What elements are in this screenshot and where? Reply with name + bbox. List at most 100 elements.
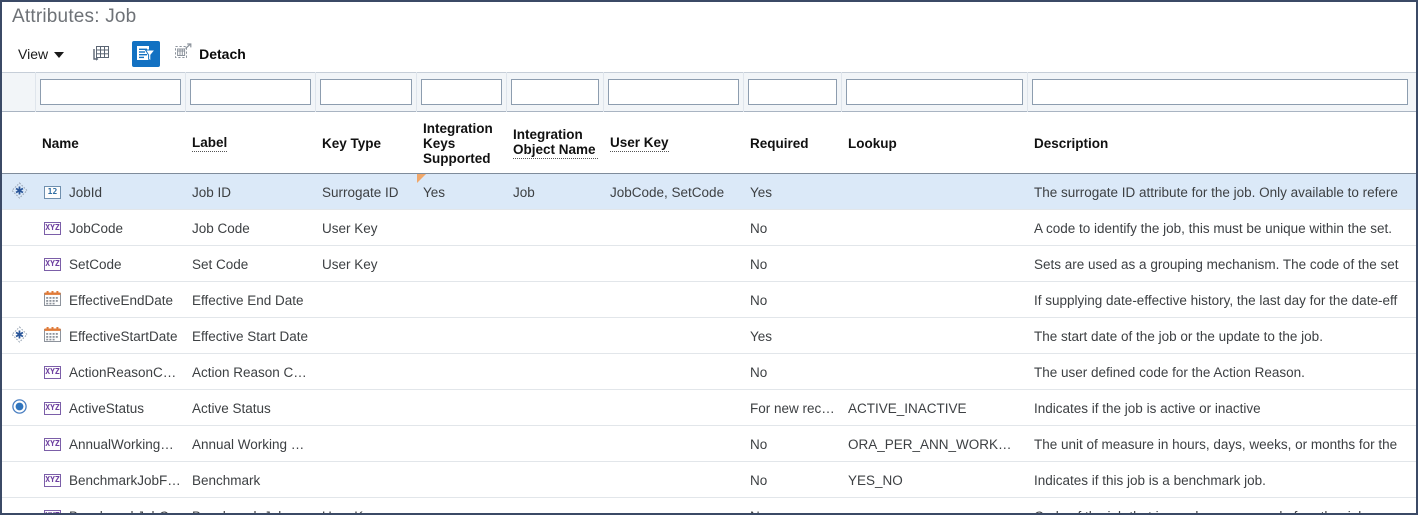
changed-flag-icon [417, 174, 426, 183]
page-title: Attributes: Job [12, 6, 136, 28]
query-by-example-icon[interactable] [132, 41, 160, 67]
column-header-label: Integration Keys Supported [423, 121, 501, 166]
cell-intobj [507, 498, 604, 513]
cell-intkeys [417, 498, 507, 513]
cell-label: Effective End Date [186, 282, 316, 318]
string-type-icon: XYZ [44, 510, 61, 514]
cell-label: Active Status [186, 390, 316, 426]
column-header-keytype[interactable]: Key Type [316, 112, 417, 174]
cell-intobj [507, 210, 604, 246]
cell-required: No [744, 246, 842, 282]
table-row[interactable]: ✱EffectiveStartDateEffective Start DateY… [2, 318, 1416, 354]
table-body[interactable]: ✱12JobIdJob IDSurrogate IDYesJobJobCode,… [2, 174, 1416, 513]
cell-name: 12JobId [36, 174, 186, 210]
table-row[interactable]: XYZBenchmarkJobF…BenchmarkNoYES_NOIndica… [2, 462, 1416, 498]
row-indicator-cell [2, 246, 36, 282]
column-header-desc[interactable]: Description [1028, 112, 1412, 174]
cell-lookup [842, 282, 1028, 318]
cell-label: Set Code [186, 246, 316, 282]
cell-text: User Key [322, 509, 378, 514]
cell-userkey [604, 318, 744, 354]
cell-text: Annual Working … [192, 437, 304, 452]
cell-text: Set Code [192, 257, 248, 272]
filter-input-userkey[interactable] [608, 79, 739, 105]
attribute-name-label: EffectiveEndDate [69, 293, 173, 308]
cell-text: Benchmark [192, 473, 260, 488]
cell-text: User Key [322, 221, 378, 236]
filter-input-desc[interactable] [1032, 79, 1408, 105]
cell-intkeys [417, 354, 507, 390]
table-row[interactable]: XYZAnnualWorking… Annual Working … NoORA_P… [2, 426, 1416, 462]
filter-input-required[interactable] [748, 79, 837, 105]
column-header-name[interactable]: Name [36, 112, 186, 174]
cell-label: Annual Working … [186, 426, 316, 462]
cell-keytype: User Key [316, 498, 417, 513]
filter-input-keytype[interactable] [320, 79, 412, 105]
view-menu-button[interactable]: View [14, 44, 68, 64]
table-row[interactable]: XYZSetCodeSet CodeUser KeyNoSets are use… [2, 246, 1416, 282]
cell-intkeys [417, 426, 507, 462]
cell-keytype: Surrogate ID [316, 174, 417, 210]
cell-label: Benchmark Job [186, 498, 316, 513]
cell-keytype: User Key [316, 246, 417, 282]
cell-userkey [604, 210, 744, 246]
column-header-label: Key Type [322, 136, 381, 151]
filter-input-label[interactable] [190, 79, 311, 105]
cell-text: Job [513, 185, 535, 200]
cell-text: Effective Start Date [192, 329, 308, 344]
cell-text: A code to identify the job, this must be… [1034, 221, 1392, 236]
cell-text: Indicates if this job is a benchmark job… [1034, 473, 1266, 488]
freeze-pane-icon[interactable] [86, 41, 114, 67]
cell-name: XYZAnnualWorking… [36, 426, 186, 462]
filter-input-intobj[interactable] [511, 79, 599, 105]
row-indicator-cell[interactable] [2, 390, 36, 426]
table-row[interactable]: ✱12JobIdJob IDSurrogate IDYesJobJobCode,… [2, 174, 1416, 210]
cell-userkey [604, 354, 744, 390]
table-toolbar: View [2, 38, 1416, 70]
cell-userkey [604, 462, 744, 498]
table-row[interactable]: XYZJobCodeJob CodeUser KeyNoA code to id… [2, 210, 1416, 246]
cell-keytype [316, 390, 417, 426]
table-row[interactable]: XYZActionReasonC…Action Reason C…NoThe u… [2, 354, 1416, 390]
column-header-label[interactable]: Label [186, 112, 316, 174]
cell-text: The unit of measure in hours, days, week… [1034, 437, 1397, 452]
table-row[interactable]: XYZActiveStatusActive StatusFor new rec…… [2, 390, 1416, 426]
cell-text: Yes [750, 185, 772, 200]
attribute-name-label: SetCode [69, 257, 122, 272]
detach-button[interactable]: Detach [174, 43, 246, 65]
cell-desc: A code to identify the job, this must be… [1028, 210, 1412, 246]
cell-userkey [604, 282, 744, 318]
cell-text: The surrogate ID attribute for the job. … [1034, 185, 1398, 200]
filter-input-intkeys[interactable] [421, 79, 502, 105]
row-indicator-cell [2, 462, 36, 498]
date-type-icon [44, 327, 61, 345]
column-header-required[interactable]: Required [744, 112, 842, 174]
cell-text: YES_NO [848, 473, 903, 488]
cell-required: No [744, 426, 842, 462]
row-indicator-cell [2, 210, 36, 246]
cell-text: Job ID [192, 185, 231, 200]
column-header-label: Label [192, 135, 227, 152]
column-header-lookup[interactable]: Lookup [842, 112, 1028, 174]
table-row[interactable]: XYZBenchmarkJobC…Benchmark JobUser KeyNo… [2, 498, 1416, 513]
column-header-intobj[interactable]: Integration Object Name [507, 112, 604, 174]
cell-name: XYZBenchmarkJobF… [36, 462, 186, 498]
cell-lookup: ORA_PER_ANN_WORK… [842, 426, 1028, 462]
filter-input-name[interactable] [40, 79, 181, 105]
column-header-intkeys[interactable]: Integration Keys Supported [417, 112, 507, 174]
filter-input-lookup[interactable] [846, 79, 1023, 105]
current-row-dot-icon[interactable] [12, 399, 27, 417]
cell-text: Sets are used as a grouping mechanism. T… [1034, 257, 1398, 272]
column-header-label: Lookup [848, 136, 897, 151]
column-header-userkey[interactable]: User Key [604, 112, 744, 174]
cell-desc: The start date of the job or the update … [1028, 318, 1412, 354]
column-header-label: Integration Object Name [513, 127, 598, 159]
cell-intobj [507, 282, 604, 318]
cell-intobj [507, 390, 604, 426]
cell-intkeys [417, 318, 507, 354]
cell-required: No [744, 498, 842, 513]
table-row[interactable]: EffectiveEndDateEffective End DateNoIf s… [2, 282, 1416, 318]
filter-cell-required [744, 72, 842, 112]
cell-lookup [842, 210, 1028, 246]
filter-cell-keytype [316, 72, 417, 112]
